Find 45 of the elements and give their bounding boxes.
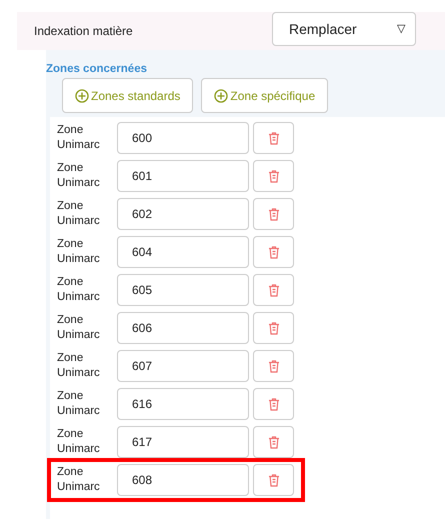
delete-button[interactable] <box>253 198 294 230</box>
zone-label: Zone Unimarc <box>57 199 101 230</box>
zone-input[interactable]: 608 <box>117 464 249 496</box>
zone-input[interactable]: 602 <box>117 198 249 230</box>
trash-icon <box>268 360 280 373</box>
zone-label: Zone Unimarc <box>57 275 101 306</box>
section-title: Zones concernées <box>46 62 147 77</box>
zone-label: Zone Unimarc <box>57 389 101 420</box>
zone-input[interactable]: 605 <box>117 274 249 306</box>
zone-label: Zone Unimarc <box>57 123 101 154</box>
zone-input[interactable]: 607 <box>117 350 249 382</box>
delete-button[interactable] <box>253 388 294 420</box>
trash-icon <box>268 208 280 221</box>
zone-input[interactable]: 616 <box>117 388 249 420</box>
trash-icon <box>268 284 280 297</box>
zone-input[interactable]: 604 <box>117 236 249 268</box>
zone-label: Zone Unimarc <box>57 427 101 458</box>
delete-button[interactable] <box>253 236 294 268</box>
zone-input[interactable]: 606 <box>117 312 249 344</box>
zone-input[interactable]: 601 <box>117 160 249 192</box>
trash-icon <box>268 132 280 145</box>
zone-label: Zone Unimarc <box>57 465 101 496</box>
delete-button[interactable] <box>253 350 294 382</box>
trash-icon <box>268 170 280 183</box>
zone-label: Zone Unimarc <box>57 161 101 192</box>
zone-label: Zone Unimarc <box>57 313 101 344</box>
zone-label: Zone Unimarc <box>57 237 101 268</box>
plus-icon <box>214 88 228 103</box>
delete-button[interactable] <box>253 160 294 192</box>
trash-icon <box>268 436 280 449</box>
trash-icon <box>268 322 280 335</box>
plus-icon <box>75 88 89 103</box>
zone-input[interactable]: 600 <box>117 122 249 154</box>
delete-button[interactable] <box>253 464 294 496</box>
zone-input[interactable]: 617 <box>117 426 249 458</box>
delete-button[interactable] <box>253 312 294 344</box>
trash-icon <box>268 474 280 487</box>
zone-label: Zone Unimarc <box>57 351 101 382</box>
trash-icon <box>268 246 280 259</box>
delete-button[interactable] <box>253 426 294 458</box>
trash-icon <box>268 398 280 411</box>
replace-select[interactable]: Remplacer ▽ <box>272 12 416 46</box>
field-label: Indexation matière <box>34 23 133 40</box>
delete-button[interactable] <box>253 274 294 306</box>
delete-button[interactable] <box>253 122 294 154</box>
